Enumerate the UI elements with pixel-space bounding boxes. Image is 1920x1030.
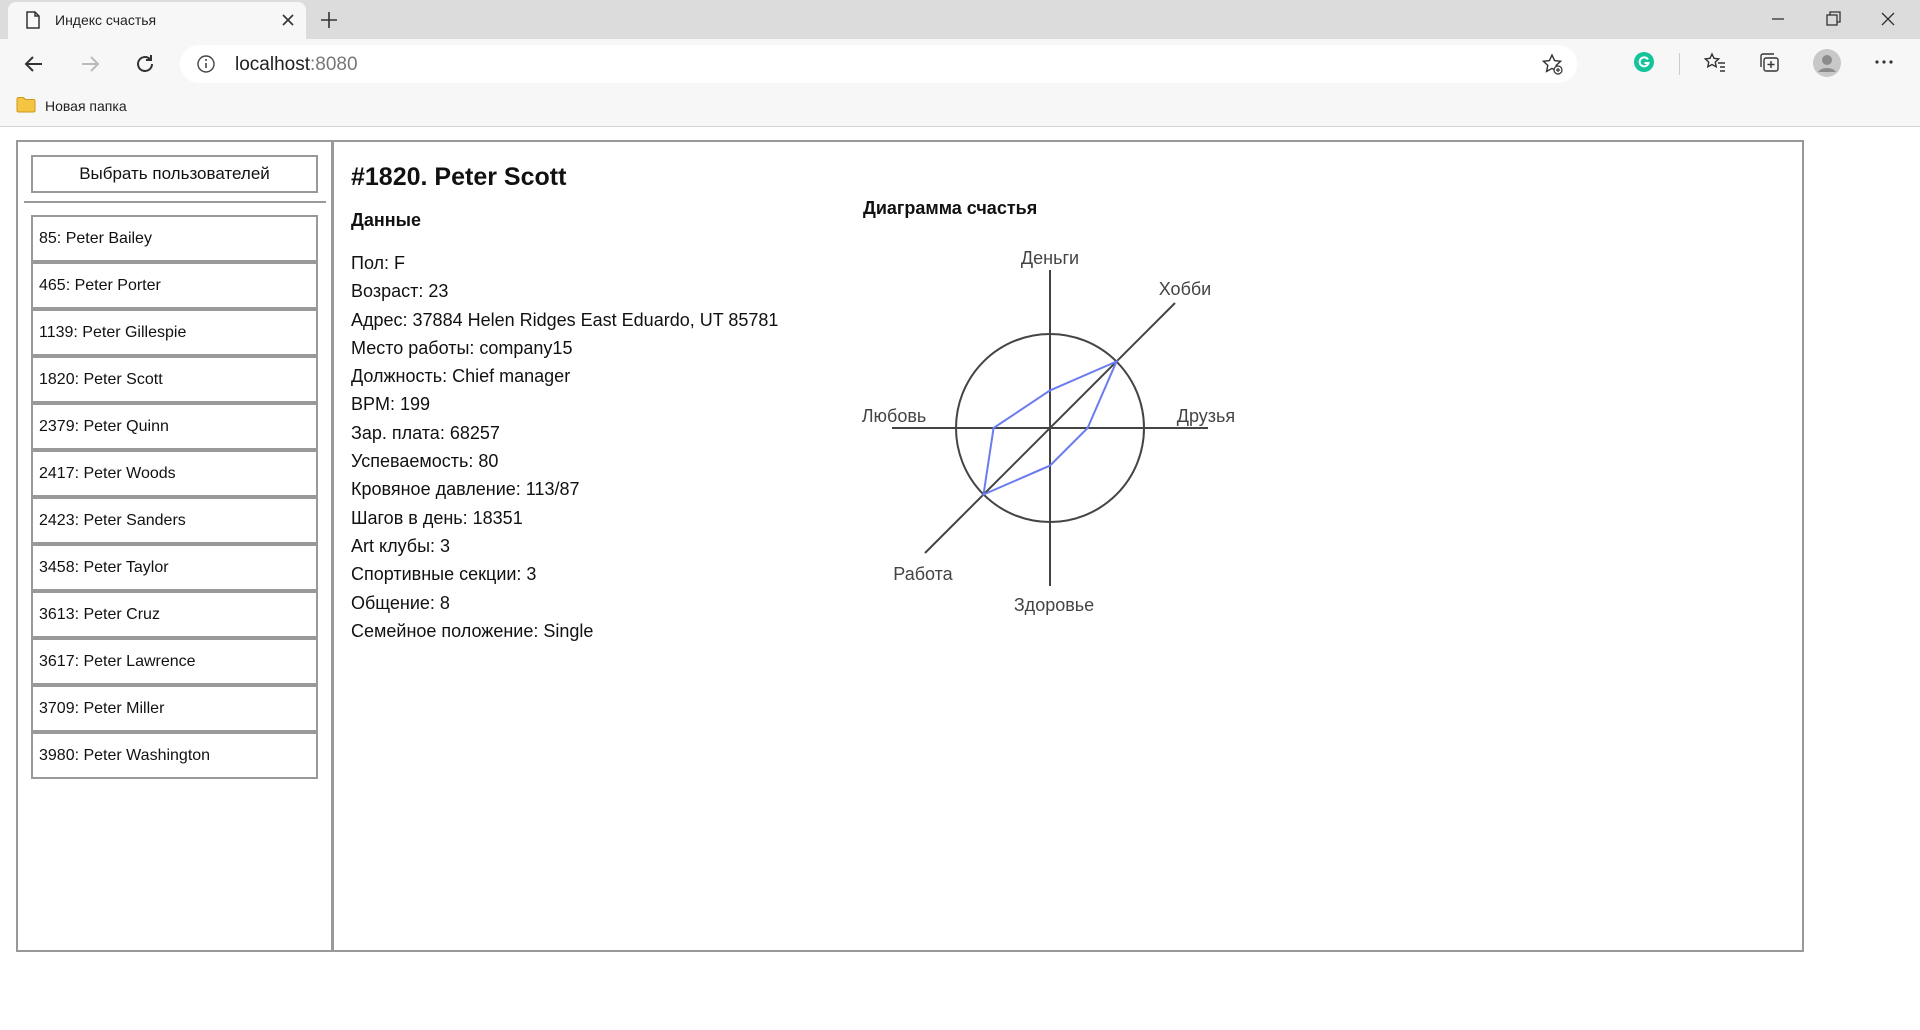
user-list-item[interactable]: 1139: Peter Gillespie bbox=[31, 309, 318, 356]
user-field: Зар. плата: 68257 bbox=[351, 422, 500, 443]
user-field: BPM: 199 bbox=[351, 394, 431, 415]
close-tab-icon[interactable] bbox=[279, 11, 297, 34]
chart-axis-label: Здоровье bbox=[1014, 595, 1094, 615]
user-field: Возраст: 23 bbox=[351, 281, 449, 302]
bookmark-folder[interactable]: Новая папка bbox=[16, 96, 127, 116]
user-list-item[interactable]: 85: Peter Bailey bbox=[31, 215, 318, 262]
chart-axis-label: Любовь bbox=[862, 406, 927, 426]
chart-axis-label: Друзья bbox=[1177, 406, 1235, 426]
happiness-radar-chart: Деньги Хобби Друзья Здоровье Работа Любовь bbox=[862, 248, 1235, 615]
back-icon[interactable] bbox=[22, 52, 46, 81]
user-field: Общение: 8 bbox=[351, 592, 450, 613]
grammarly-icon[interactable] bbox=[1633, 51, 1655, 78]
chart-axis-label: Работа bbox=[893, 564, 953, 584]
browser-toolbar: localhost:8080 bbox=[0, 39, 1920, 89]
user-field: Адрес: 37884 Helen Ridges East Eduardo, … bbox=[351, 309, 779, 330]
user-list-item[interactable]: 3980: Peter Washington bbox=[31, 732, 318, 779]
user-field: Успеваемость: 80 bbox=[351, 451, 499, 472]
close-window-icon[interactable] bbox=[1878, 9, 1898, 34]
bookmark-folder-label: Новая папка bbox=[45, 98, 127, 114]
url-text[interactable]: localhost:8080 bbox=[235, 54, 358, 76]
browser-tab[interactable]: Индекс счастья bbox=[8, 2, 306, 39]
chart-axis-label: Деньги bbox=[1021, 248, 1079, 268]
toolbar-divider bbox=[1679, 53, 1680, 75]
user-field: Место работы: company15 bbox=[351, 337, 573, 358]
add-favorite-icon[interactable] bbox=[1541, 53, 1563, 80]
data-section-title: Данные bbox=[351, 210, 421, 230]
favorites-icon[interactable] bbox=[1703, 51, 1727, 80]
tab-title: Индекс счастья bbox=[55, 12, 157, 28]
bookmarks-bar: Новая папка bbox=[0, 89, 1920, 127]
user-list-item[interactable]: 465: Peter Porter bbox=[31, 262, 318, 309]
user-list-item[interactable]: 1820: Peter Scott bbox=[31, 356, 318, 403]
profile-avatar-icon[interactable] bbox=[1813, 49, 1841, 82]
select-users-button[interactable]: Выбрать пользователей bbox=[31, 155, 318, 193]
user-field: Спортивные секции: 3 bbox=[351, 564, 537, 585]
sidebar-divider bbox=[24, 201, 326, 203]
user-list-item[interactable]: 3709: Peter Miller bbox=[31, 685, 318, 732]
folder-icon bbox=[16, 96, 36, 116]
collections-icon[interactable] bbox=[1758, 51, 1782, 80]
user-list: 85: Peter Bailey 465: Peter Porter 1139: P… bbox=[31, 215, 318, 779]
browser-tab-strip: Индекс счастья bbox=[0, 0, 1920, 39]
page-icon bbox=[26, 11, 40, 34]
user-field: Должность: Chief manager bbox=[351, 366, 571, 387]
user-field: Семейное положение: Single bbox=[351, 620, 594, 641]
reload-icon[interactable] bbox=[133, 52, 157, 81]
user-list-item[interactable]: 3613: Peter Cruz bbox=[31, 591, 318, 638]
site-info-icon[interactable] bbox=[196, 54, 216, 79]
address-bar[interactable]: localhost:8080 bbox=[180, 45, 1577, 83]
chart-axis-label: Хобби bbox=[1159, 279, 1212, 299]
user-field: Шагов в день: 18351 bbox=[351, 507, 523, 528]
chart-title: Диаграмма счастья bbox=[863, 198, 1038, 218]
user-list-item[interactable]: 2423: Peter Sanders bbox=[31, 497, 318, 544]
new-tab-icon[interactable] bbox=[318, 9, 340, 36]
minimize-icon[interactable] bbox=[1768, 9, 1788, 34]
app-container: Выбрать пользователей 85: Peter Bailey 46… bbox=[16, 140, 1804, 952]
restore-icon[interactable] bbox=[1823, 9, 1843, 34]
user-list-item[interactable]: 3458: Peter Taylor bbox=[31, 544, 318, 591]
user-field: Пол: F bbox=[351, 253, 406, 273]
user-field: Art клубы: 3 bbox=[351, 535, 451, 556]
user-list-item[interactable]: 3617: Peter Lawrence bbox=[31, 638, 318, 685]
user-details: #1820. Peter Scott Данные Пол: F Возраст:… bbox=[334, 142, 1802, 950]
sidebar: Выбрать пользователей 85: Peter Bailey 46… bbox=[18, 142, 334, 950]
user-list-item[interactable]: 2417: Peter Woods bbox=[31, 450, 318, 497]
user-field: Кровяное давление: 113/87 bbox=[351, 479, 580, 500]
user-fields: Пол: F Возраст: 23 Адрес: 37884 Helen Ridg… bbox=[351, 249, 778, 645]
user-title: #1820. Peter Scott bbox=[351, 163, 567, 191]
more-menu-icon[interactable] bbox=[1873, 51, 1895, 78]
user-list-item[interactable]: 2379: Peter Quinn bbox=[31, 403, 318, 450]
forward-icon[interactable] bbox=[78, 52, 102, 81]
